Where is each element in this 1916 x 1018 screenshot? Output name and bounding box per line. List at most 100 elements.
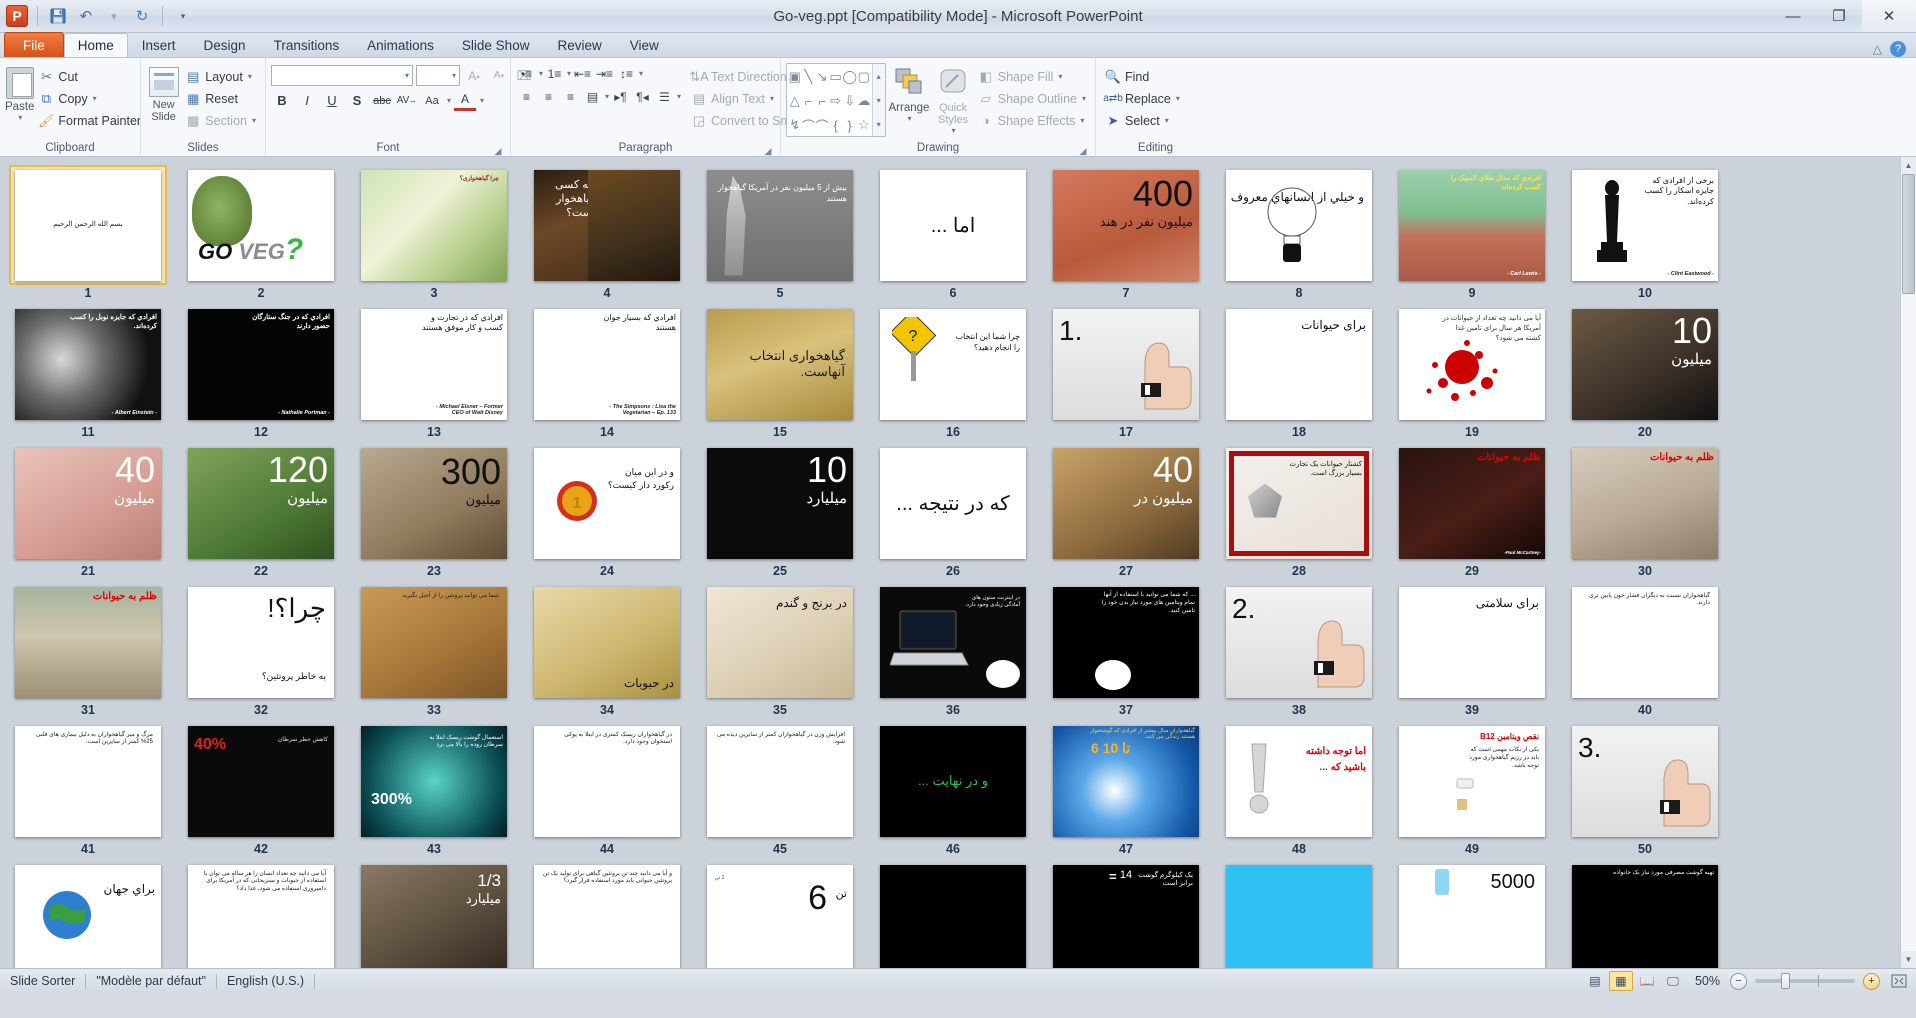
slide-thumbnail-image[interactable]: 6 تن 1 تن [707, 864, 853, 968]
slide-sorter-pane[interactable]: بسم الله الرحمن الرحيم 1 GO VEG? 2 چرا گ… [0, 157, 1916, 968]
slide-thumbnail-59[interactable]: 5000 [1393, 860, 1551, 968]
slide-thumbnail-image[interactable]: و در این میان رکورد دار کیست؟ 1 [534, 447, 680, 559]
slide-thumbnail-33[interactable]: شما می توانید پروتئین را از آجیل بگیرید [355, 582, 513, 702]
slide-thumbnail-36[interactable]: در اینترنت ستون های آمادگی زیادی وجود دا… [874, 582, 1032, 702]
slide-thumbnail-image[interactable]: 1/3 میلیارد [361, 864, 507, 968]
slide-thumbnail-44[interactable]: در گیاهخواران ریسک کمتری در ابتلا به پوک… [528, 721, 686, 841]
powerpoint-icon[interactable]: P [6, 5, 28, 27]
window-controls[interactable]: — ❐ ✕ [1770, 0, 1916, 32]
reading-view-button[interactable]: 📖 [1635, 971, 1659, 991]
slide-thumbnail-49[interactable]: نقص ویتامین B12 یکی از نکات مهمی است که … [1393, 721, 1551, 841]
select-button[interactable]: ➤ Select ▾ [1101, 110, 1184, 131]
shapes-gallery[interactable]: ▣ ╲ ↘ ▭ ◯ ▢ △ ⌐ ⌐ ⇨ ⇩ ☁ ↯ ⌒ ⌒ { } ☆ ▴ ▾ … [786, 63, 886, 137]
slide-thumbnail-10[interactable]: برخی از افرادی که جایزه اسکار را کسب کرد… [1566, 165, 1724, 285]
slide-thumbnail-cell[interactable]: مرگ و میر گیاهخواران به دلیل بیماری های … [8, 721, 168, 856]
slide-thumbnail-image[interactable]: افرادي که بسیار جوان هستند - The Simpson… [534, 308, 680, 420]
save-icon[interactable] [47, 5, 69, 27]
slide-thumbnail-cell[interactable]: چرا گیاهخواری؟ 3 [354, 165, 514, 300]
slide-thumbnail-32[interactable]: چرا؟! به خاطر پروتئین؟ [182, 582, 340, 702]
slide-thumbnail-image[interactable]: در گیاهخواران ریسک کمتری در ابتلا به پوک… [534, 725, 680, 837]
slide-thumbnail-cell[interactable]: برخی از افرادی که جایزه اسکار را کسب کرد… [1565, 165, 1725, 300]
shapes-gallery-scrollbar[interactable]: ▴ ▾ ▾ [871, 64, 885, 136]
slide-thumbnail-image[interactable]: چرا گیاهخواری؟ [361, 169, 507, 281]
close-button[interactable]: ✕ [1862, 0, 1916, 32]
font-name-input[interactable]: ▾ [271, 65, 413, 86]
chevron-down-icon[interactable]: ▾ [93, 94, 97, 103]
slide-thumbnail-image[interactable]: ظلم به حیوانات [1572, 447, 1718, 559]
slide-thumbnail-26[interactable]: که در نتیجه ... [874, 443, 1032, 563]
minimize-button[interactable]: — [1770, 0, 1816, 32]
bold-button[interactable]: B [271, 90, 293, 111]
align-center-button[interactable]: ≡ [538, 86, 559, 107]
chevron-down-icon[interactable]: ▾ [1176, 94, 1180, 103]
slide-thumbnail-21[interactable]: 40 میلیون [9, 443, 167, 563]
slide-thumbnail-39[interactable]: برای سلامتی [1393, 582, 1551, 702]
decrease-indent-button[interactable]: ⇤≡ [572, 63, 593, 84]
chevron-down-icon[interactable]: ▾ [1165, 116, 1169, 125]
slide-thumbnail-cell[interactable]: تهیه گوشت مصرفی مورد نیاز یک خانواده 60 [1565, 860, 1725, 968]
chevron-down-icon[interactable]: ▾ [605, 92, 609, 101]
section-button[interactable]: ▩ Section ▾ [181, 110, 260, 131]
oval-shape-icon[interactable]: ◯ [842, 65, 857, 89]
slide-thumbnail-image[interactable]: آیا می دانید چه تعداد از حیوانات در آمری… [1399, 308, 1545, 420]
strikethrough-button[interactable]: abc [371, 90, 393, 111]
chevron-down-icon[interactable]: ▾ [18, 113, 22, 122]
replace-button[interactable]: a⇄b Replace ▾ [1101, 88, 1184, 109]
slide-grid[interactable]: بسم الله الرحمن الرحيم 1 GO VEG? 2 چرا گ… [0, 157, 1904, 968]
tab-insert[interactable]: Insert [128, 33, 190, 57]
reset-button[interactable]: ▦ Reset [181, 88, 260, 109]
slide-thumbnail-image[interactable] [880, 864, 1026, 968]
undo-dropdown-icon[interactable]: ▾ [103, 5, 125, 27]
tab-home[interactable]: Home [63, 33, 128, 57]
zoom-in-button[interactable]: + [1863, 972, 1880, 990]
slide-thumbnail-image[interactable]: 40% کاهش خطر سرطان [188, 725, 334, 837]
line-spacing-button[interactable]: ↕≡ [616, 63, 637, 84]
slide-thumbnail-cell[interactable]: آیا می دانید چه تعداد انسان را هر ساله م… [181, 860, 341, 968]
columns-button[interactable]: ☰ [654, 86, 675, 107]
slide-thumbnail-51[interactable]: براي جهان [9, 860, 167, 968]
slide-thumbnail-cell[interactable]: افرادي که در تجارت و کسب و کار موفق هستن… [354, 304, 514, 439]
slide-thumbnail-42[interactable]: 40% کاهش خطر سرطان [182, 721, 340, 841]
slide-thumbnail-cell[interactable]: چرا؟! به خاطر پروتئین؟ 32 [181, 582, 341, 717]
slide-thumbnail-image[interactable]: آیا می دانید چه تعداد انسان را هر ساله م… [188, 864, 334, 968]
slide-thumbnail-cell[interactable]: چه کسی گیاهخوار است؟ 4 [527, 165, 687, 300]
font-size-input[interactable]: ▾ [416, 65, 460, 86]
slide-thumbnail-17[interactable]: 1. [1047, 304, 1205, 424]
zoom-level[interactable]: 50% [1687, 974, 1728, 988]
tab-slide-show[interactable]: Slide Show [448, 33, 544, 57]
customize-qat-icon[interactable]: ▾ [172, 5, 194, 27]
slide-thumbnail-image[interactable]: که در نتیجه ... [880, 447, 1026, 559]
slide-thumbnail-image[interactable]: و آیا می دانید چند تن پروتئین گیاهی برای… [534, 864, 680, 968]
star-shape-icon[interactable]: ☆ [857, 113, 871, 137]
slide-thumbnail-cell[interactable]: 300% استعمال گوشت ریسک ابتلا به سرطان رو… [354, 721, 514, 856]
slide-thumbnail-cell[interactable]: 58 [1219, 860, 1379, 968]
slide-thumbnail-4[interactable]: چه کسی گیاهخوار است؟ [528, 165, 686, 285]
slide-thumbnail-28[interactable]: کشتار حیوانات یک تجارت بسیار بزرگ است. [1220, 443, 1378, 563]
slide-thumbnail-image[interactable]: براي جهان [15, 864, 161, 968]
slide-thumbnail-cell[interactable]: 400 میلیون نفر در هند 7 [1046, 165, 1206, 300]
cloud-shape-icon[interactable]: ☁ [857, 89, 871, 113]
slide-thumbnail-20[interactable]: 10 میلیون [1566, 304, 1724, 424]
slide-thumbnail-15[interactable]: گیاهخواری انتخاب آنهاست. [701, 304, 859, 424]
slide-sorter-view-button[interactable]: ▦ [1608, 971, 1633, 991]
slide-thumbnail-5[interactable]: بیش از 5 میلیون نفر در آمریکا گیاهخوار ه… [701, 165, 859, 285]
tab-animations[interactable]: Animations [353, 33, 448, 57]
slide-thumbnail-57[interactable]: 14 یک کیلوگرم گوشت برابر است = [1047, 860, 1205, 968]
slide-thumbnail-cell[interactable]: 56 [873, 860, 1033, 968]
slide-thumbnail-cell[interactable]: ظلم به حیوانات -Paul McCartney- 29 [1392, 443, 1552, 578]
chevron-down-icon[interactable]: ▾ [405, 71, 409, 80]
slide-thumbnail-image[interactable]: بیش از 5 میلیون نفر در آمریکا گیاهخوار ه… [707, 169, 853, 281]
justify-button[interactable]: ▤ [582, 86, 603, 107]
chevron-down-icon[interactable]: ▾ [252, 116, 256, 125]
slide-thumbnail-image[interactable]: افزایش وزن در گیاهخواران کمتر از سایرین … [707, 725, 853, 837]
slide-thumbnail-cell[interactable]: افرادي که مدال طلاي المپیک را کسب کرده‌ا… [1392, 165, 1552, 300]
rounded-rect-shape-icon[interactable]: ▢ [857, 65, 871, 89]
slide-thumbnail-40[interactable]: گیاهخواران نسبت به دیگران فشار خون پایین… [1566, 582, 1724, 702]
slide-thumbnail-cell[interactable]: 40 میلیون در 27 [1046, 443, 1206, 578]
tab-file[interactable]: File [4, 32, 64, 57]
slide-thumbnail-7[interactable]: 400 میلیون نفر در هند [1047, 165, 1205, 285]
slide-thumbnail-image[interactable]: چه کسی گیاهخوار است؟ [534, 169, 680, 281]
chevron-down-icon[interactable]: ▾ [677, 92, 681, 101]
line-shape-icon[interactable]: ╲ [802, 65, 816, 89]
zoom-slider[interactable] [1755, 973, 1855, 989]
